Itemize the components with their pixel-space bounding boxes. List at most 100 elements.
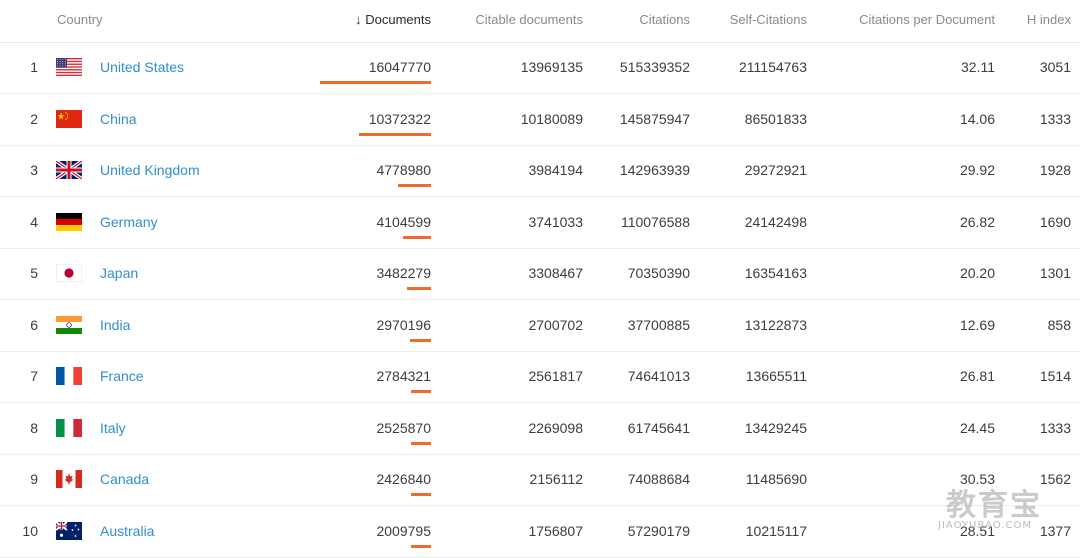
citable-documents-value: 2269098	[528, 419, 583, 436]
h-index-value: 1514	[1039, 368, 1071, 384]
h-index-value: 1333	[1039, 110, 1071, 127]
citations-value: 70350390	[627, 265, 690, 281]
citations-per-document-value: 26.82	[959, 213, 995, 230]
fr-flag-icon	[56, 367, 82, 385]
header-citations-per-document[interactable]: Citations per Document	[830, 12, 995, 27]
header-h-index[interactable]: H index	[1000, 12, 1071, 27]
citations-per-document-value: 20.20	[959, 265, 995, 281]
table-row: 9 Canada 2426840 2156112 74088684 11485690 30.…	[0, 454, 1080, 506]
citations-value: 515339352	[619, 59, 690, 75]
documents-value: 10372322	[368, 110, 431, 127]
documents-bar	[411, 544, 431, 548]
country-link[interactable]: Japan	[100, 265, 138, 281]
self-citations-value: 86501833	[744, 110, 807, 127]
documents-value: 2525870	[376, 419, 431, 436]
citable-documents-value: 3741033	[528, 213, 583, 230]
table-row: 7 France 2784321 2561817 74641013 13665511 26.…	[0, 351, 1080, 403]
rank: 9	[30, 471, 38, 487]
rank: 1	[30, 59, 38, 75]
watermark-main-text: 教育宝	[946, 488, 1042, 523]
us-flag-icon	[56, 58, 82, 76]
table-row: 1 United States 16047770 13969135 515339352 2…	[0, 42, 1080, 94]
citations-value: 110076588	[620, 213, 690, 230]
documents-value: 16047770	[368, 59, 431, 75]
self-citations-value: 16354163	[744, 265, 807, 281]
country-link[interactable]: Italy	[100, 420, 126, 436]
citable-documents-value: 2700702	[528, 316, 583, 333]
h-index-value: 1333	[1039, 419, 1071, 436]
documents-value: 2970196	[376, 316, 431, 333]
header-self-citations[interactable]: Self-Citations	[700, 12, 807, 27]
rank: 6	[30, 316, 38, 333]
header-documents[interactable]: ↓ Documents	[300, 12, 431, 27]
citations-per-document-value: 32.11	[961, 59, 995, 75]
header-citations[interactable]: Citations	[600, 12, 690, 27]
citable-documents-value: 1756807	[528, 522, 583, 539]
cn-flag-icon	[56, 109, 82, 128]
table-row: 5 Japan 3482279 3308467 70350390 16354163 20.2…	[0, 248, 1080, 300]
table-header: Country ↓ Documents Citable documents Ci…	[0, 0, 1080, 43]
citable-documents-value: 2561817	[528, 368, 583, 384]
citations-value: 74641013	[627, 368, 690, 384]
documents-bar	[320, 81, 431, 84]
h-index-value: 858	[1047, 316, 1071, 333]
rank: 7	[30, 368, 38, 384]
citable-documents-value: 13969135	[520, 59, 583, 75]
country-link[interactable]: Canada	[100, 471, 149, 487]
header-citable-documents[interactable]: Citable documents	[440, 12, 583, 27]
country-link[interactable]: France	[100, 368, 144, 384]
gb-flag-icon	[56, 161, 82, 179]
self-citations-value: 13665511	[745, 368, 807, 384]
ca-flag-icon	[56, 470, 82, 488]
documents-value: 2784321	[376, 368, 431, 384]
citations-value: 142963939	[619, 162, 690, 178]
citations-per-document-value: 14.06	[959, 110, 995, 127]
citable-documents-value: 3308467	[528, 265, 583, 281]
rank: 5	[30, 265, 38, 281]
documents-bar	[411, 493, 431, 496]
header-documents-label: Documents	[365, 12, 431, 27]
sort-desc-icon: ↓	[355, 12, 362, 27]
table-row: 4 Germany 4104599 3741033 110076588 24142498 2…	[0, 197, 1080, 249]
citations-value: 145875947	[619, 110, 690, 127]
self-citations-value: 24142498	[744, 213, 807, 230]
h-index-value: 1928	[1039, 162, 1071, 178]
documents-value: 3482279	[376, 265, 431, 281]
table-row: 6 India 2970196 2700702 37700885 13122873 12.6…	[0, 300, 1080, 352]
self-citations-value: 211154763	[739, 59, 807, 75]
country-link[interactable]: Germany	[100, 214, 158, 230]
country-link[interactable]: United States	[100, 59, 184, 75]
citations-value: 61745641	[627, 419, 690, 436]
self-citations-value: 10215117	[745, 522, 807, 539]
jp-flag-icon	[56, 264, 82, 282]
it-flag-icon	[56, 418, 82, 437]
country-link[interactable]: Australia	[100, 523, 154, 539]
citations-per-document-value: 26.81	[959, 368, 995, 384]
h-index-value: 1690	[1039, 213, 1071, 230]
rank: 3	[30, 162, 38, 178]
documents-bar	[403, 235, 431, 239]
rank: 10	[22, 522, 38, 539]
documents-bar	[410, 338, 431, 342]
documents-bar	[411, 441, 431, 445]
header-country[interactable]: Country	[57, 12, 103, 27]
citations-per-document-value: 12.69	[959, 316, 995, 333]
table-row: 3 United Kingdom 4778980 3984194 142963939 29…	[0, 145, 1080, 197]
au-flag-icon	[56, 521, 82, 540]
citations-value: 74088684	[627, 471, 690, 487]
country-link[interactable]: United Kingdom	[100, 162, 200, 178]
documents-value: 2426840	[376, 471, 431, 487]
documents-bar	[411, 390, 431, 393]
rank: 4	[30, 213, 38, 230]
rank: 2	[30, 110, 38, 127]
country-link[interactable]: China	[100, 111, 137, 127]
rank: 8	[30, 419, 38, 436]
documents-bar	[359, 132, 431, 136]
citable-documents-value: 2156112	[529, 471, 583, 487]
watermark: 教育宝 JIAOYUBAO.COM	[928, 480, 1078, 540]
citations-value: 37700885	[627, 316, 690, 333]
documents-value: 2009795	[376, 522, 431, 539]
documents-value: 4778980	[376, 162, 431, 178]
self-citations-value: 13429245	[744, 419, 807, 436]
country-link[interactable]: India	[100, 317, 130, 333]
